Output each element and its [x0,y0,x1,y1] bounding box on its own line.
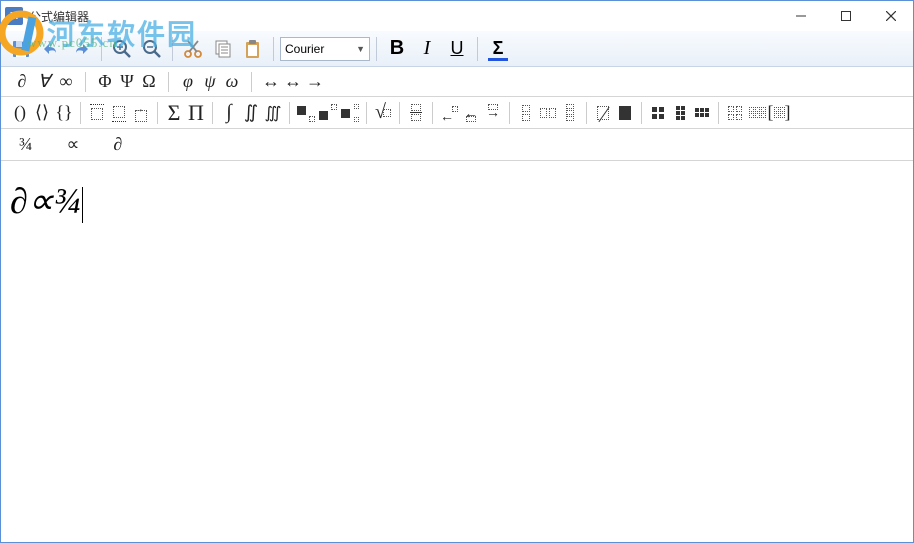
symbol-omega-upper[interactable]: Ω [138,70,160,94]
title-bar: M 公式编辑器 [1,1,913,31]
cut-button[interactable] [179,35,207,63]
maximize-button[interactable] [823,1,868,31]
symbol-phi-lower[interactable]: φ [177,70,199,94]
template-right-arrow-box[interactable]: → [482,100,504,126]
template-separator [399,102,400,124]
template-integral[interactable]: ∫ [218,100,240,126]
zoom-out-button[interactable] [138,35,166,63]
redo-button[interactable] [67,35,95,63]
symbol-omega-lower[interactable]: ω [221,70,243,94]
main-toolbar: Courier ▼ B I U Σ [1,31,913,67]
template-matrix-3x2[interactable] [669,100,691,126]
toolbar-separator [101,37,102,61]
dropdown-arrow-icon: ▼ [356,44,365,54]
symbol-phi-upper[interactable]: Φ [94,70,116,94]
symbol-separator [85,72,86,92]
underline-button[interactable]: U [443,35,471,63]
recent-propto[interactable]: ∝ [63,132,84,157]
template-matrix-bracket[interactable]: [] [768,100,790,126]
template-overbar[interactable] [86,100,108,126]
template-subscript[interactable] [295,100,317,126]
editor-area[interactable]: ∂∝¾ [2,162,912,541]
font-selector[interactable]: Courier ▼ [280,37,370,61]
window-title: 公式编辑器 [29,8,89,25]
template-strike[interactable] [592,100,614,126]
template-superscript[interactable] [317,100,339,126]
template-separator [289,102,290,124]
paste-button[interactable] [239,35,267,63]
symbol-infinity[interactable]: ∞ [55,70,77,94]
recent-symbols-toolbar: ¾ ∝ ∂ [1,129,913,161]
formula-content[interactable]: ∂∝¾ [2,162,912,241]
symbol-left-right-arrow[interactable]: ↔ [260,70,282,94]
template-sum[interactable]: Σ [163,100,185,126]
symbol-psi-upper[interactable]: Ψ [116,70,138,94]
recent-three-quarters[interactable]: ¾ [15,132,37,157]
template-double-integral[interactable]: ∬ [240,100,262,126]
template-fraction[interactable] [405,100,427,126]
template-left-arrow-box[interactable]: ← [460,100,482,126]
template-separator [80,102,81,124]
copy-button[interactable] [209,35,237,63]
template-column-3[interactable] [559,100,581,126]
template-separator [718,102,719,124]
font-name: Courier [285,42,324,56]
template-separator [157,102,158,124]
text-cursor [82,187,83,223]
template-toolbar: () ⟨⟩ {} → Σ Π ∫ ∬ ∭ √ ← ← → [1,97,913,129]
template-sub-super[interactable] [339,100,361,126]
close-button[interactable] [868,1,913,31]
template-parentheses[interactable]: () [9,100,31,126]
symbol-forall[interactable]: ∀ [33,70,55,94]
app-icon: M [5,7,23,25]
template-limit-left[interactable]: ← [438,100,460,126]
recent-partial[interactable]: ∂ [109,132,126,157]
template-product[interactable]: Π [185,100,207,126]
template-matrix-2x3[interactable] [691,100,713,126]
template-separator [641,102,642,124]
save-button[interactable] [7,35,35,63]
symbol-psi-lower[interactable]: ψ [199,70,221,94]
template-sqrt[interactable]: √ [372,100,394,126]
template-vector[interactable]: → [130,100,152,126]
font-color-button[interactable]: Σ [484,35,512,63]
undo-button[interactable] [37,35,65,63]
toolbar-separator [376,37,377,61]
color-indicator [488,58,508,61]
template-matrix-2x2-solid[interactable] [647,100,669,126]
template-separator [212,102,213,124]
template-separator [509,102,510,124]
template-separator [366,102,367,124]
italic-button[interactable]: I [413,35,441,63]
template-angle-brackets[interactable]: ⟨⟩ [31,100,53,126]
template-column-vector[interactable] [515,100,537,126]
template-separator [432,102,433,124]
toolbar-separator [172,37,173,61]
template-matrix-large-dotted[interactable] [746,100,768,126]
minimize-button[interactable] [778,1,823,31]
template-separator [586,102,587,124]
template-row-vector[interactable] [537,100,559,126]
bold-button[interactable]: B [383,35,411,63]
template-curly-brackets[interactable]: {} [53,100,75,126]
symbol-double-arrow[interactable]: ↔ [282,70,304,94]
template-triple-integral[interactable]: ∭ [262,100,284,126]
symbol-separator [168,72,169,92]
symbol-toolbar: ∂ ∀ ∞ Φ Ψ Ω φ ψ ω ↔ ↔ → [1,67,913,97]
template-underbar[interactable] [108,100,130,126]
symbol-right-arrow[interactable]: → [304,70,326,94]
toolbar-separator [273,37,274,61]
template-matrix-2x2-dotted[interactable] [724,100,746,126]
symbol-separator [251,72,252,92]
symbol-partial[interactable]: ∂ [11,70,33,94]
toolbar-separator [477,37,478,61]
zoom-in-button[interactable] [108,35,136,63]
template-fill[interactable] [614,100,636,126]
